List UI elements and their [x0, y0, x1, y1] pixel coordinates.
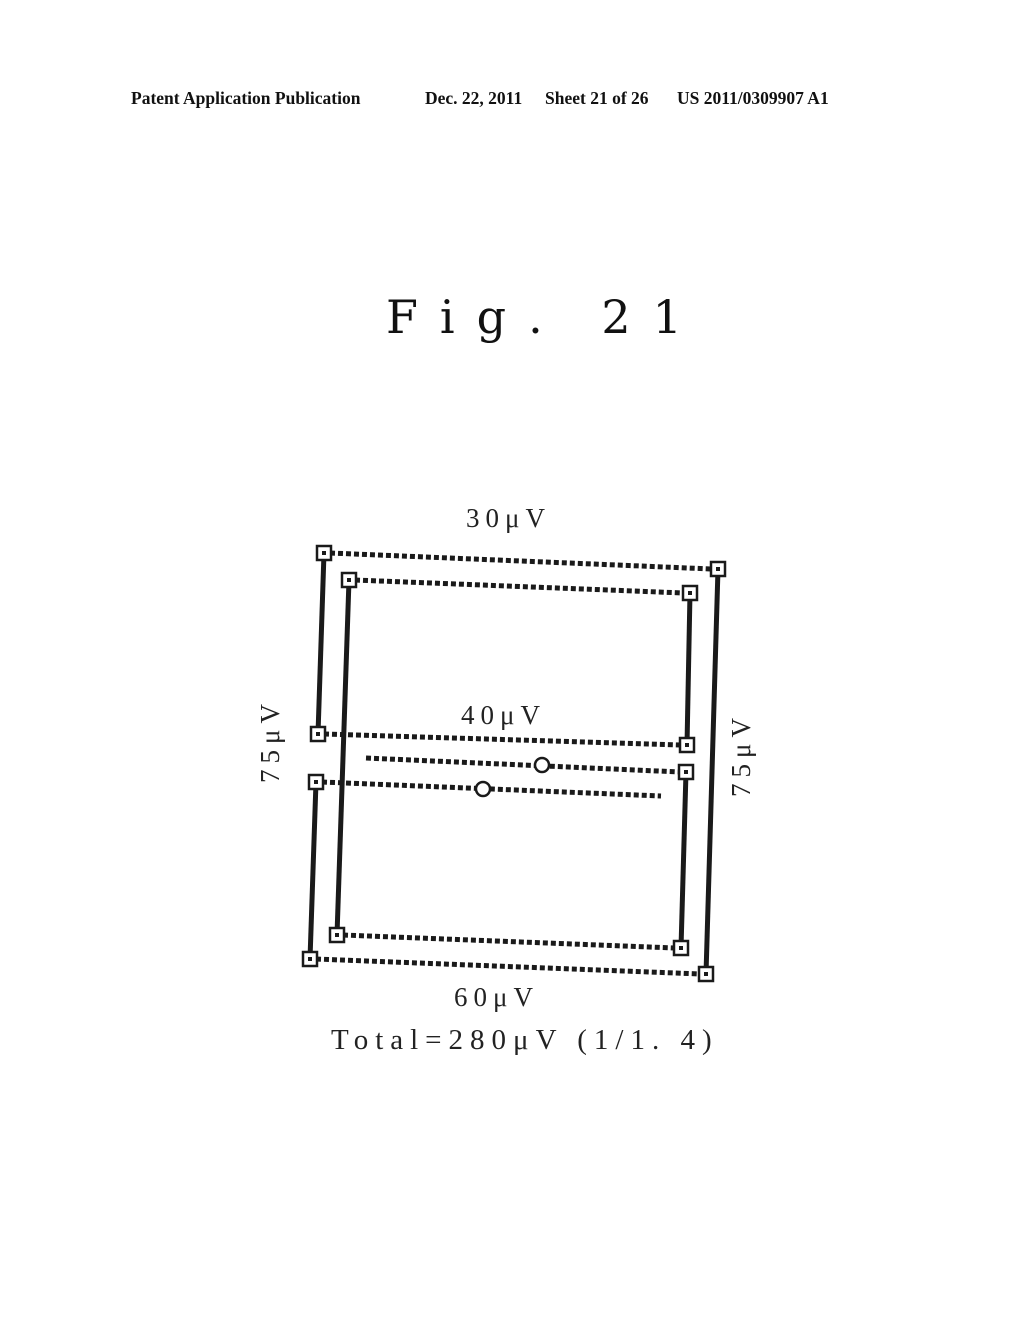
- label-left-voltage: 75μV: [255, 698, 285, 783]
- solid-line-right-outer: [703, 568, 721, 975]
- dotted-line-middle-upper: [323, 731, 682, 748]
- dotted-line-inner-bottom: [342, 932, 676, 951]
- dotted-line-middle-center: [365, 755, 681, 775]
- solid-line-right-upper: [684, 592, 693, 746]
- label-top-voltage: 30μV: [466, 503, 551, 533]
- label-middle-voltage: 40μV: [461, 700, 546, 730]
- dotted-line-outer-bottom: [315, 956, 701, 977]
- circle-node: [474, 780, 492, 798]
- solid-line-left-lower: [307, 781, 319, 960]
- solid-line-left-upper: [315, 552, 327, 735]
- dotted-line-inner-top: [354, 577, 685, 596]
- node-dot: [704, 972, 708, 976]
- node-dot: [308, 957, 312, 961]
- solid-line-left-inner: [334, 579, 352, 936]
- dotted-line-middle-lower: [321, 779, 662, 799]
- node-dot: [322, 551, 326, 555]
- node-dot: [335, 933, 339, 937]
- label-bottom-voltage: 60μV: [454, 982, 539, 1012]
- label-right-voltage: 75μV: [726, 712, 756, 797]
- circle-node: [533, 756, 551, 774]
- node-dot: [684, 770, 688, 774]
- dotted-line-outer-top: [329, 550, 713, 572]
- wiring-diagram: 30μV 40μV 60μV 75μV 75μV Total=280μV (1/…: [255, 503, 756, 1056]
- node-dot: [688, 591, 692, 595]
- node-dot: [316, 732, 320, 736]
- node-dot: [716, 567, 720, 571]
- node-dot: [347, 578, 351, 582]
- node-dot: [314, 780, 318, 784]
- node-dot: [685, 743, 689, 747]
- node-dot: [679, 946, 683, 950]
- label-total-voltage: Total=280μV (1/1. 4): [331, 1024, 719, 1056]
- solid-line-right-lower: [678, 771, 689, 949]
